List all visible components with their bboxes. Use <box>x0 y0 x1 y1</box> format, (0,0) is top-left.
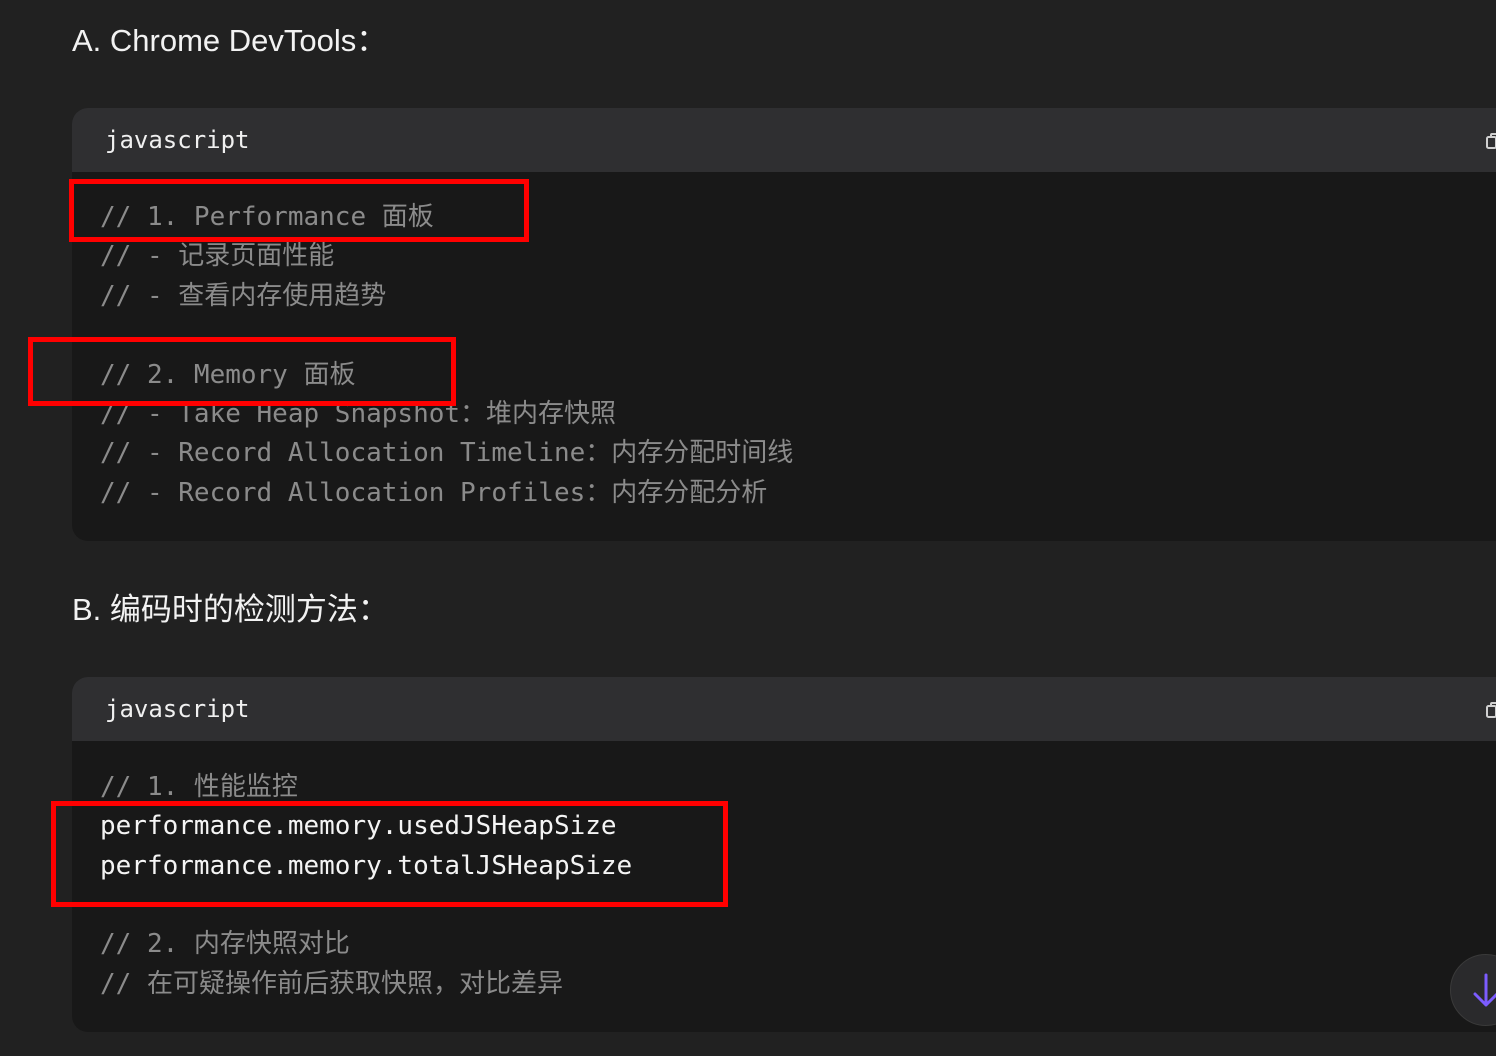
section-b-heading: B. 编码时的检测方法： <box>72 592 389 627</box>
code-language-label: javascript <box>105 126 250 154</box>
section-a-heading: A. Chrome DevTools： <box>72 23 388 58</box>
code-block-detection: javascript // 1. 性能监控 performance.memory… <box>72 677 1496 1032</box>
chat-page: A. Chrome DevTools： javascript // 1. Per… <box>0 0 1496 1056</box>
code-line: // 1. 性能监控 <box>100 772 298 802</box>
code-language-label: javascript <box>105 695 250 723</box>
arrow-down-icon <box>1473 973 1496 1007</box>
code-line: // 2. Memory 面板 <box>100 360 356 390</box>
copy-icon[interactable] <box>1486 133 1496 149</box>
code-line: // 在可疑操作前后获取快照，对比差异 <box>100 969 563 999</box>
copy-icon[interactable] <box>1486 702 1496 718</box>
code-line: // 2. 内存快照对比 <box>100 929 350 959</box>
code-block-header: javascript <box>72 677 1496 741</box>
code-line: // - Take Heap Snapshot：堆内存快照 <box>100 399 617 429</box>
code-line: // - 查看内存使用趋势 <box>100 281 387 311</box>
code-line: // - 记录页面性能 <box>100 241 335 271</box>
code-line: // 1. Performance 面板 <box>100 202 434 232</box>
code-line: performance.memory.usedJSHeapSize <box>100 811 617 841</box>
code-block-header: javascript <box>72 108 1496 172</box>
code-line: performance.memory.totalJSHeapSize <box>100 851 633 881</box>
code-line: // - Record Allocation Profiles：内存分配分析 <box>100 478 768 508</box>
code-block-devtools: javascript // 1. Performance 面板 // - 记录页… <box>72 108 1496 541</box>
code-line: // - Record Allocation Timeline：内存分配时间线 <box>100 438 794 468</box>
